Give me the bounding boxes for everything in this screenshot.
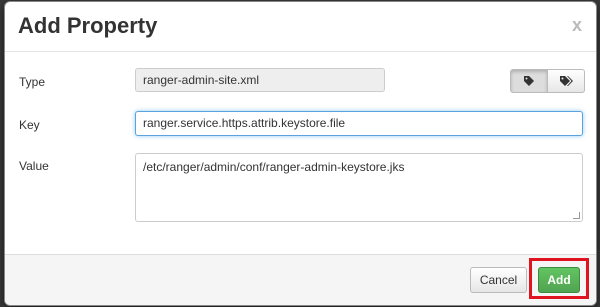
add-button-highlight: Add xyxy=(529,258,589,299)
value-text: /etc/ranger/admin/conf/ranger-admin-keys… xyxy=(143,160,405,174)
type-field: ranger-admin-site.xml xyxy=(135,68,385,92)
key-label: Key xyxy=(19,118,40,132)
tag-icon xyxy=(524,76,534,86)
multiple-tags-button[interactable] xyxy=(548,69,585,93)
dialog-title: Add Property xyxy=(18,13,158,38)
add-property-dialog: Add Property x Type ranger-admin-site.xm… xyxy=(4,1,597,306)
value-textarea[interactable]: /etc/ranger/admin/conf/ranger-admin-keys… xyxy=(135,153,583,222)
single-tag-button[interactable] xyxy=(510,69,548,93)
cancel-button[interactable]: Cancel xyxy=(470,267,527,293)
dialog-footer: Cancel Add xyxy=(5,254,596,305)
key-input[interactable]: ranger.service.https.attrib.keystore.fil… xyxy=(135,111,583,136)
tags-icon xyxy=(560,76,573,86)
add-button[interactable]: Add xyxy=(538,267,580,293)
resize-handle[interactable] xyxy=(573,212,580,219)
property-type-toggle xyxy=(510,69,585,93)
value-label: Value xyxy=(19,159,49,173)
close-button[interactable]: x xyxy=(572,16,582,34)
type-label: Type xyxy=(19,75,46,89)
dialog-header: Add Property x xyxy=(5,2,596,52)
